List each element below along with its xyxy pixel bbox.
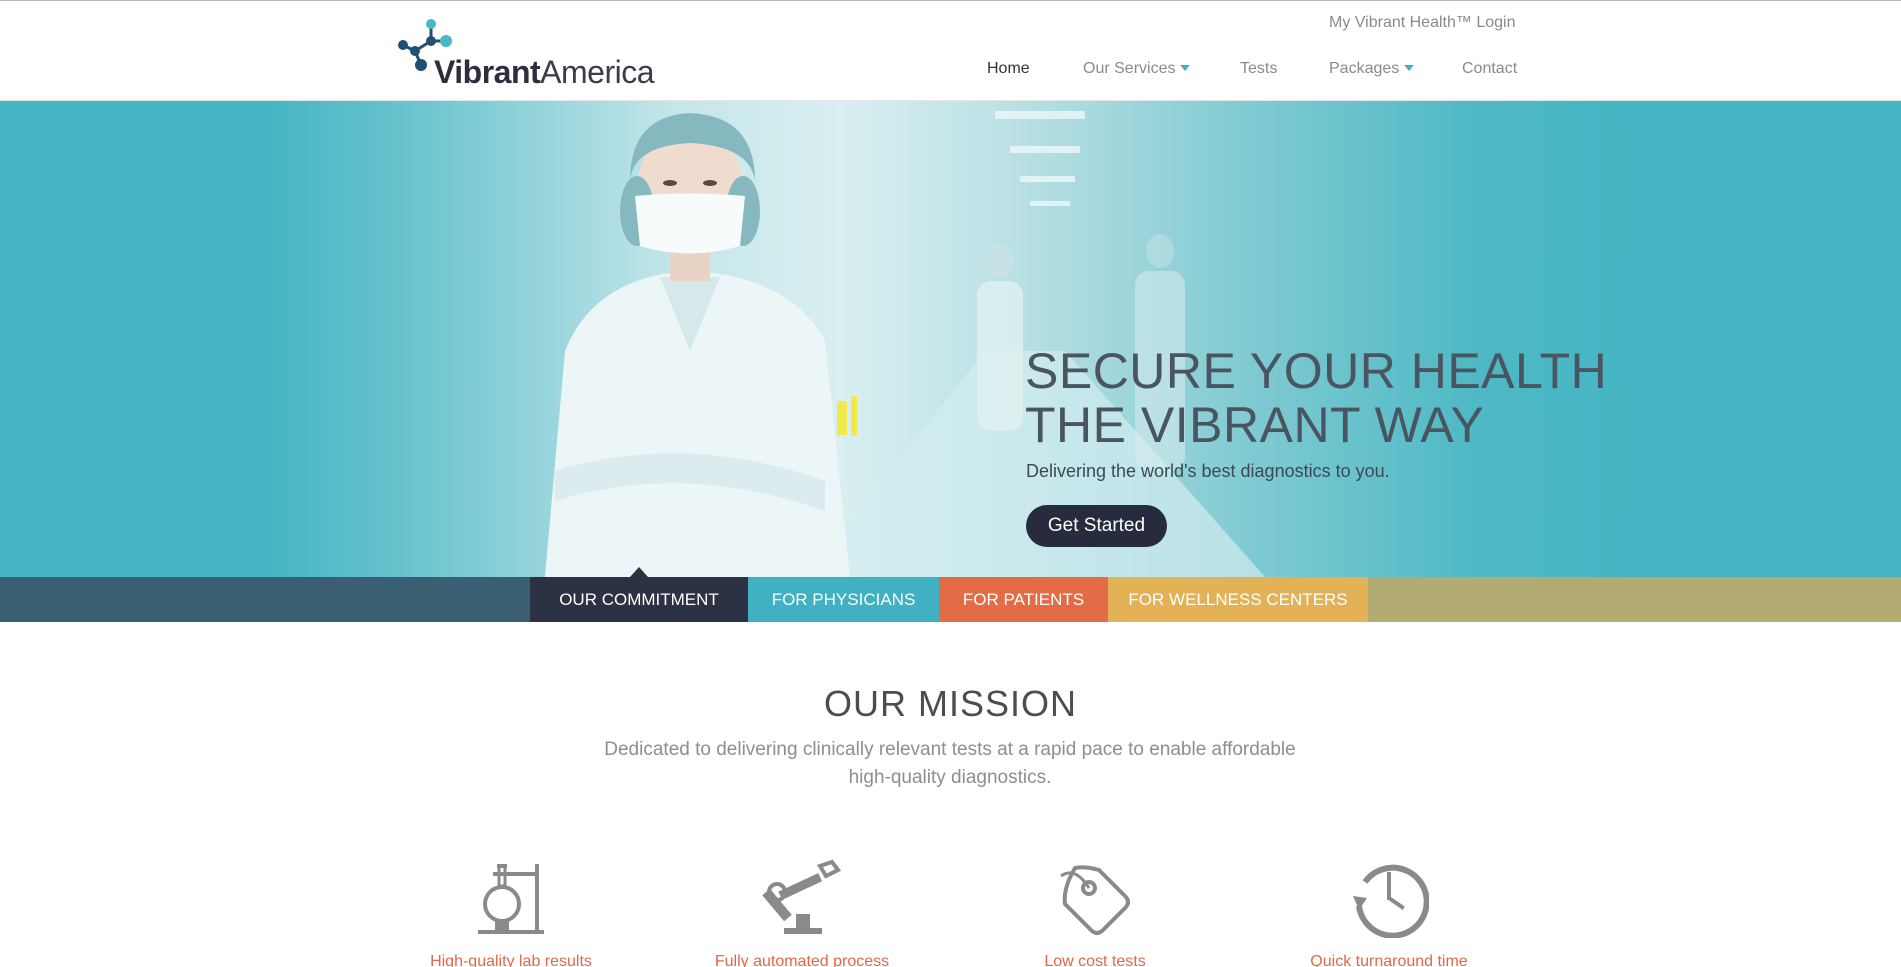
hero-illustration [545, 111, 1265, 577]
price-tag-icon [1055, 858, 1135, 938]
nav-our-services[interactable]: Our Services [1083, 60, 1191, 78]
mission-text: Dedicated to delivering clinically relev… [590, 736, 1310, 792]
nav-contact[interactable]: Contact [1462, 60, 1517, 78]
nav-packages[interactable]: Packages [1329, 60, 1415, 78]
tab-for-physicians-label: FOR PHYSICIANS [771, 590, 916, 609]
feature-label-automated: Fully automated process [714, 953, 890, 967]
get-started-button[interactable]: Get Started [1026, 505, 1167, 547]
hero-title-line-2: THE VIBRANT WAY [1025, 397, 1485, 453]
feature-label-turnaround: Quick turnaround time [1310, 953, 1468, 967]
robotic-arm-icon [762, 858, 842, 938]
tab-our-commitment-label: OUR COMMITMENT [559, 590, 719, 609]
mission-text-line-1: Dedicated to delivering clinically relev… [604, 739, 1296, 760]
hero-title: SECURE YOUR HEALTH THE VIBRANT WAY [1025, 344, 1607, 452]
nav-our-services-label: Our Services [1083, 60, 1176, 77]
nav-packages-label: Packages [1329, 60, 1400, 77]
nav-home[interactable]: Home [987, 60, 1030, 78]
nav-tests-label: Tests [1240, 60, 1278, 77]
feature-label-quality: High-quality lab results [430, 953, 592, 967]
hero-title-line-1: SECURE YOUR HEALTH [1025, 343, 1608, 399]
audience-tab-bar: OUR COMMITMENT FOR PHYSICIANS FOR PATIEN… [0, 567, 1901, 622]
caret-down-icon [1404, 64, 1415, 71]
tab-our-commitment[interactable]: OUR COMMITMENT [530, 567, 748, 622]
mission-text-line-2: high-quality diagnostics. [848, 767, 1052, 788]
tab-for-patients[interactable]: FOR PATIENTS [939, 577, 1108, 622]
tab-for-wellness-centers-label: FOR WELLNESS CENTERS [1128, 590, 1348, 609]
hero-banner: SECURE YOUR HEALTH THE VIBRANT WAY Deliv… [0, 101, 1901, 577]
tab-for-wellness-centers[interactable]: FOR WELLNESS CENTERS [1108, 577, 1368, 622]
nav-contact-label: Contact [1462, 60, 1518, 77]
mission-title: OUR MISSION [823, 683, 1077, 724]
hero-subtitle: Delivering the world's best diagnostics … [1026, 461, 1390, 481]
nav-home-label: Home [987, 60, 1030, 77]
active-tab-pointer-icon [630, 567, 648, 577]
tab-for-physicians[interactable]: FOR PHYSICIANS [748, 577, 939, 622]
caret-down-icon [1180, 64, 1191, 71]
main-nav: Home Our Services Tests Packages Contact [0, 60, 1901, 84]
tab-bar-filler [1368, 577, 1901, 622]
site-header: VibrantAmerica My Vibrant Health™ Login … [0, 1, 1901, 101]
my-vibrant-health-login-link[interactable]: My Vibrant Health™ Login [1329, 14, 1515, 32]
nav-tests[interactable]: Tests [1240, 60, 1277, 78]
hero-photo-doctor [265, 101, 1635, 577]
feature-label-low-cost: Low cost tests [1044, 953, 1146, 967]
lab-flask-icon [471, 858, 551, 938]
history-clock-icon [1349, 858, 1430, 939]
tab-for-patients-label: FOR PATIENTS [962, 590, 1085, 609]
